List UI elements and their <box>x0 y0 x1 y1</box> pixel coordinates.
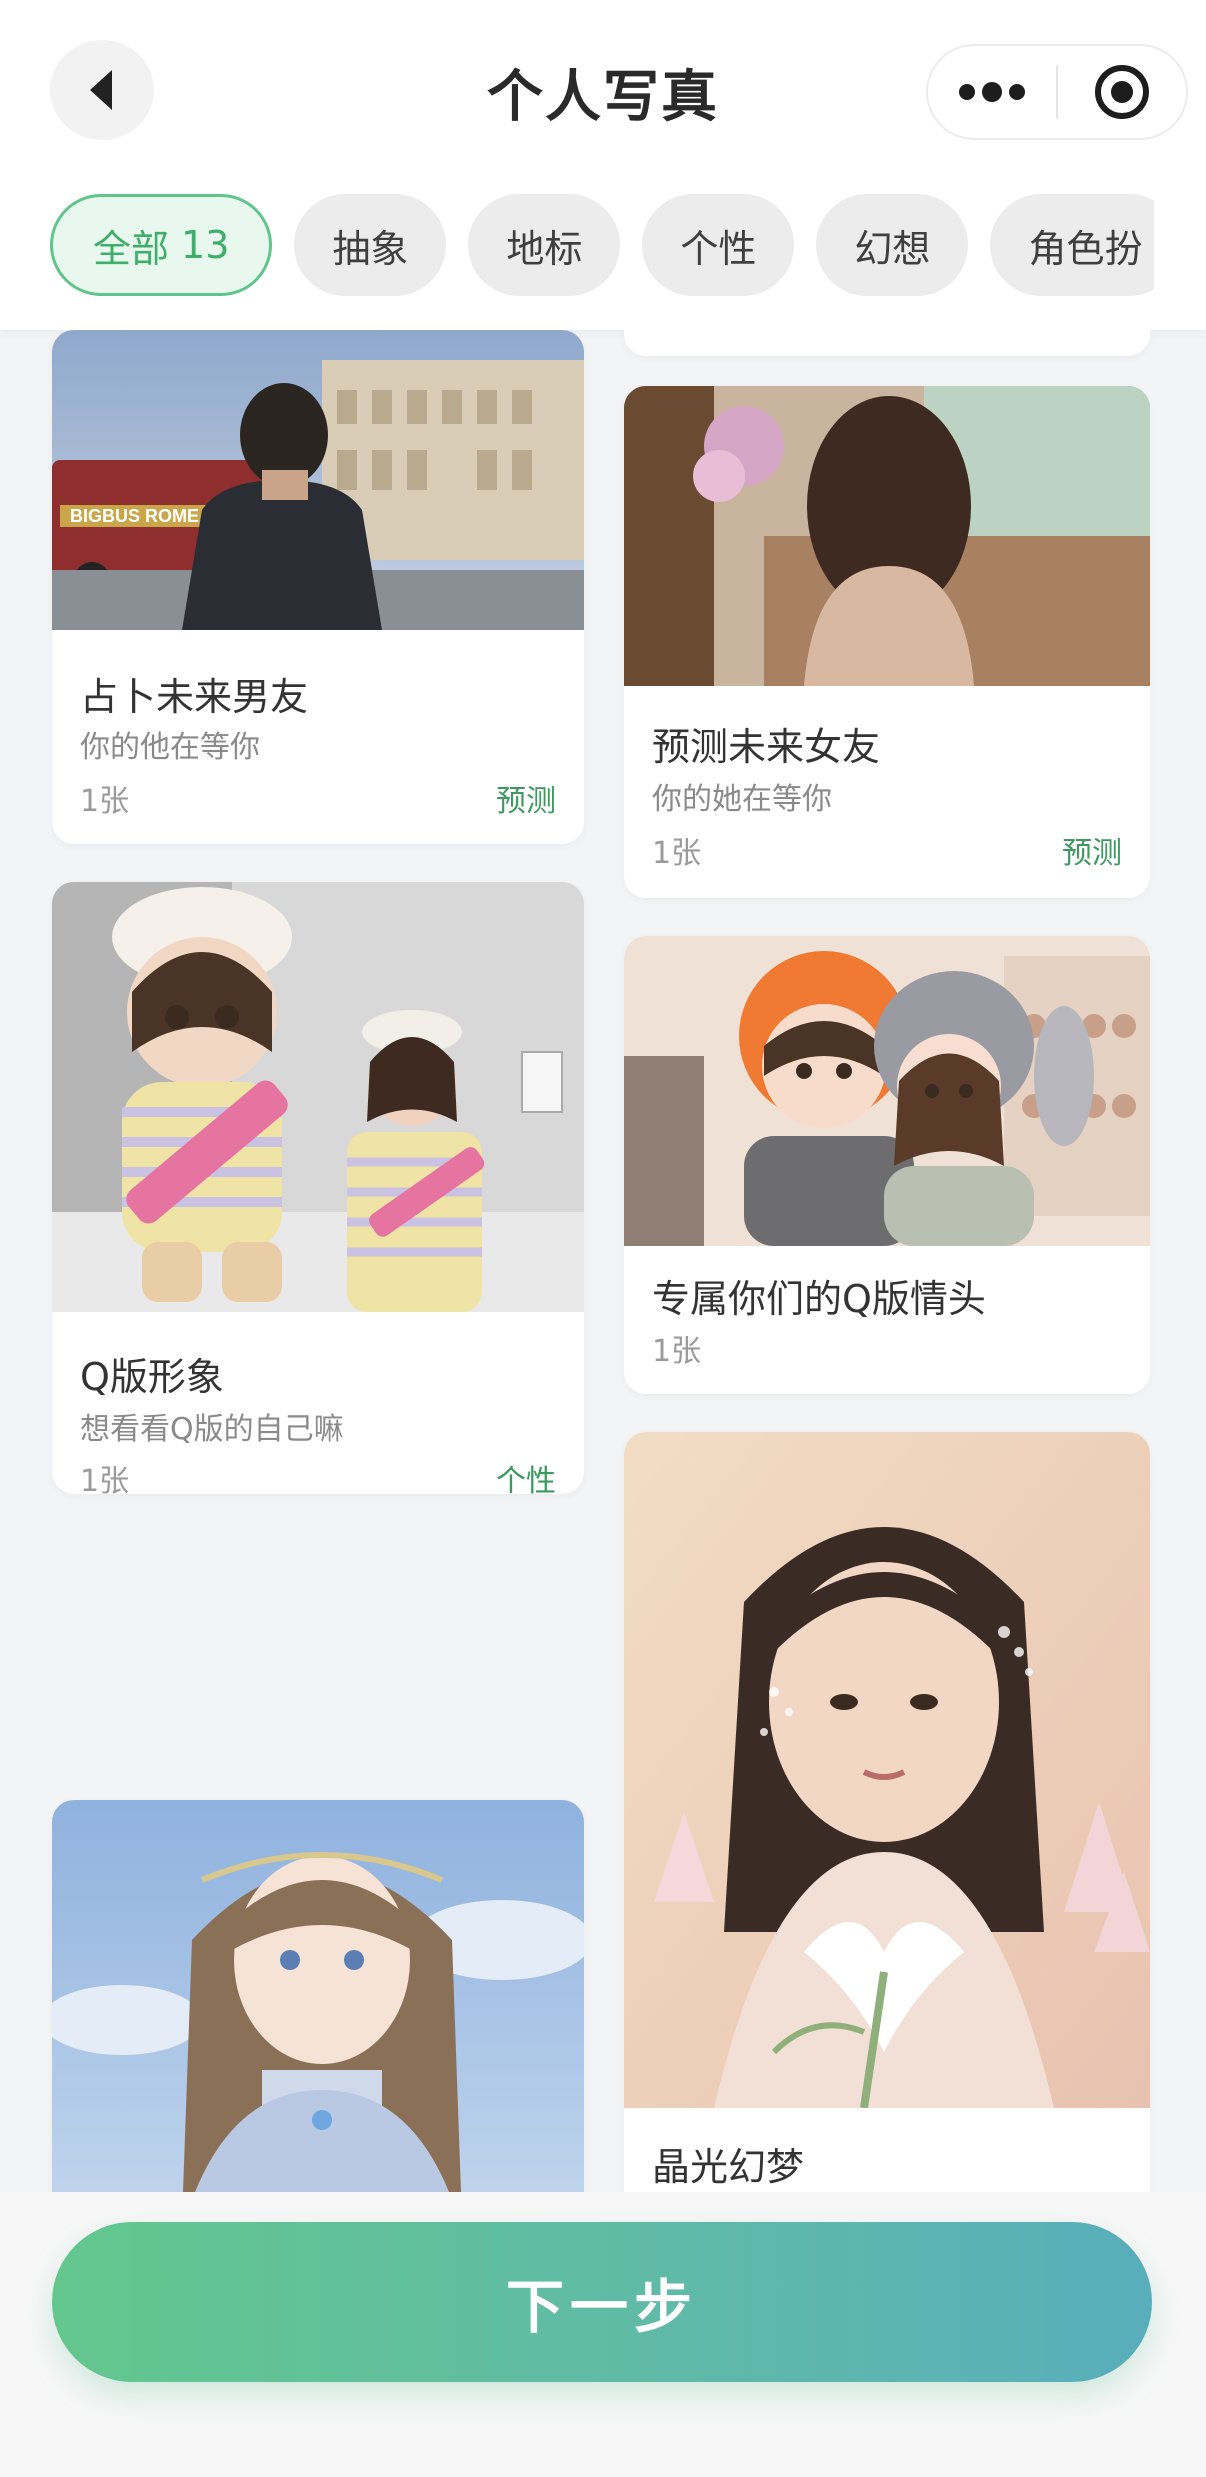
svg-text:BIGBUS ROME: BIGBUS ROME <box>70 506 199 526</box>
chip-abstract[interactable]: 抽象 <box>294 194 447 296</box>
card-count: 1张 <box>80 784 130 819</box>
card-image <box>624 1432 1150 2109</box>
template-card-fantasy-girl[interactable] <box>52 1800 584 2192</box>
card-tag[interactable]: 个性 <box>496 1456 556 1494</box>
card-tag[interactable]: 预测 <box>1062 828 1122 872</box>
bottom-action-bar: 下一步 <box>0 2192 1206 2477</box>
card-image <box>52 882 584 1312</box>
mini-program-capsule <box>926 44 1188 140</box>
card-title: 专属你们的Q版情头 <box>652 1277 986 1321</box>
card-title: Q版形象 <box>80 1355 224 1399</box>
template-card-crystal-dream[interactable]: 晶光幻梦 <box>624 1432 1150 2192</box>
card-count: 1张 <box>652 1334 702 1369</box>
card-tag[interactable]: 预测 <box>496 776 556 820</box>
template-card-q-avatar[interactable]: Q版形象 想看看Q版的自己嘛 1张 个性 <box>52 882 584 1494</box>
more-dots-icon <box>959 82 1025 102</box>
chip-all[interactable]: 全部 13 <box>50 194 273 296</box>
chip-fantasy[interactable]: 幻想 <box>816 194 969 296</box>
card-image <box>52 1800 584 2192</box>
target-circle-icon <box>1095 65 1149 119</box>
template-card-future-girlfriend[interactable]: 预测未来女友 你的她在等你 1张 预测 <box>624 386 1150 898</box>
chip-label: 角色扮 <box>1028 226 1143 271</box>
card-subtitle: 你的她在等你 <box>652 782 832 817</box>
chip-all-count: 13 <box>181 223 230 267</box>
card-count: 1张 <box>80 1464 130 1494</box>
template-card-future-boyfriend[interactable]: BIGBUS ROME 占卜未来男友 你的他在等你 1张 预测 <box>52 330 584 844</box>
template-card-q-couple[interactable]: 专属你们的Q版情头 1张 <box>624 936 1150 1394</box>
card-image <box>624 936 1150 1246</box>
template-card[interactable] <box>624 330 1150 356</box>
card-title: 预测未来女友 <box>652 725 881 769</box>
category-filter-bar: 全部 13 抽象 地标 个性 幻想 角色扮 <box>0 170 1206 330</box>
card-count: 1张 <box>652 836 702 871</box>
more-button[interactable] <box>928 46 1056 138</box>
chip-label: 个性 <box>680 226 757 271</box>
category-chips: 全部 13 抽象 地标 个性 幻想 角色扮 <box>50 194 1154 300</box>
chip-label: 地标 <box>506 226 583 271</box>
card-image <box>624 386 1150 686</box>
chip-label: 幻想 <box>854 226 931 271</box>
card-image: BIGBUS ROME <box>52 330 584 630</box>
card-title: 占卜未来男友 <box>80 675 309 719</box>
chip-roleplay[interactable]: 角色扮 <box>990 194 1154 296</box>
close-program-button[interactable] <box>1058 46 1186 138</box>
chip-landmark[interactable]: 地标 <box>468 194 621 296</box>
template-feed: BIGBUS ROME 占卜未来男友 你的他在等你 1张 预测 预测未来女友 你… <box>0 330 1206 2192</box>
chip-personality[interactable]: 个性 <box>642 194 795 296</box>
next-step-button[interactable]: 下一步 <box>52 2222 1152 2382</box>
card-subtitle: 你的他在等你 <box>80 730 260 765</box>
top-nav-bar: 个人写真 <box>0 0 1206 170</box>
card-subtitle: 想看看Q版的自己嘛 <box>80 1412 344 1447</box>
card-title: 晶光幻梦 <box>652 2145 805 2189</box>
chip-all-label: 全部 <box>93 226 170 271</box>
chip-label: 抽象 <box>332 226 409 271</box>
